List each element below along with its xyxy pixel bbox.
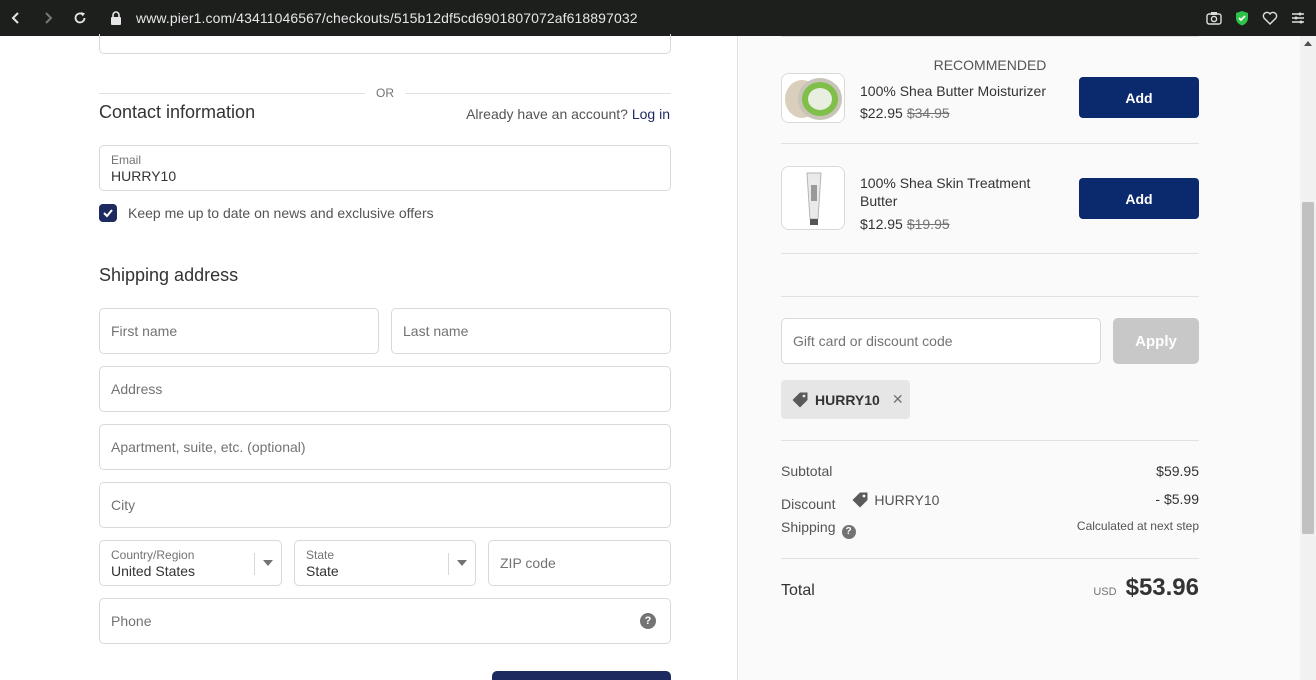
shipping-row: Shipping? Calculated at next step	[781, 519, 1199, 539]
account-prompt: Already have an account? Log in	[466, 106, 670, 122]
product-thumbnail	[781, 73, 845, 123]
checkmark-icon	[103, 209, 113, 218]
shipping-heading: Shipping address	[99, 265, 239, 285]
shipping-value: Calculated at next step	[1076, 519, 1199, 533]
back-button[interactable]	[0, 0, 32, 36]
recommended-item: 100% Shea Skin Treatment Butter $12.95 $1…	[781, 166, 1199, 232]
discount-row: Discount HURRY10 - $5.99	[781, 491, 1199, 512]
original-price: $34.95	[906, 105, 950, 121]
shipping-label: Shipping	[781, 519, 836, 535]
discount-code-badge: HURRY10	[851, 491, 939, 509]
product-name: 100% Shea Skin Treatment Butter	[860, 175, 1031, 209]
email-label: Email	[111, 153, 142, 167]
total-value: $53.96	[1125, 574, 1199, 601]
url-text: www.pier1.com/43411046567/checkouts/515b…	[136, 10, 638, 26]
page-scrollbar[interactable]	[1300, 36, 1316, 680]
tag-icon	[852, 492, 868, 508]
chevron-left-icon	[11, 12, 19, 24]
total-label: Total	[781, 582, 815, 599]
address-bar[interactable]: www.pier1.com/43411046567/checkouts/515b…	[110, 10, 638, 26]
caret-down-icon	[263, 560, 273, 566]
product-price: $12.95 $19.95	[860, 216, 950, 232]
continue-button[interactable]	[492, 671, 671, 680]
apartment-field[interactable]: Apartment, suite, etc. (optional)	[99, 424, 671, 470]
scroll-up-arrow-icon[interactable]	[1304, 41, 1312, 46]
apartment-placeholder: Apartment, suite, etc. (optional)	[111, 439, 306, 455]
discount-code-input[interactable]: Gift card or discount code	[781, 318, 1101, 364]
country-value: United States	[111, 563, 196, 579]
help-icon[interactable]: ?	[841, 525, 856, 539]
remove-discount-icon[interactable]: ✕	[892, 391, 904, 408]
zip-field[interactable]: ZIP code	[488, 540, 671, 586]
lock-icon	[111, 11, 121, 25]
subtotal-value: $59.95	[1156, 463, 1199, 479]
subtotal-row: Subtotal $59.95	[781, 463, 1199, 479]
shield-check-icon[interactable]	[1234, 10, 1250, 26]
subtotal-label: Subtotal	[781, 463, 833, 479]
camera-icon[interactable]	[1206, 10, 1222, 26]
reload-icon	[74, 12, 86, 24]
city-placeholder: City	[111, 497, 136, 513]
phone-field[interactable]: Phone ?	[99, 598, 671, 644]
help-icon[interactable]: ?	[640, 613, 656, 629]
recommended-item: 100% Shea Butter Moisturizer $22.95 $34.9…	[781, 72, 1199, 128]
apply-button[interactable]: Apply	[1113, 318, 1199, 364]
product-name: 100% Shea Butter Moisturizer	[860, 83, 1046, 99]
heart-icon[interactable]	[1262, 10, 1278, 26]
add-button[interactable]: Add	[1079, 178, 1199, 219]
city-field[interactable]: City	[99, 482, 671, 528]
recommended-heading: RECOMMENDED	[933, 57, 1047, 73]
address-field[interactable]: Address	[99, 366, 671, 412]
applied-code: HURRY10	[815, 391, 880, 408]
currency-code: USD	[1093, 586, 1117, 598]
country-label: Country/Region	[111, 548, 195, 562]
sale-price: $22.95	[860, 105, 903, 121]
order-summary: RECOMMENDED 100% Shea Butter Moisturizer…	[739, 36, 1300, 680]
country-select[interactable]: Country/Region United States	[99, 540, 282, 586]
total-amount: USD $53.96	[1093, 574, 1199, 602]
newsletter-checkbox[interactable]	[99, 204, 117, 222]
login-link[interactable]: Log in	[632, 106, 670, 122]
browser-toolbar: www.pier1.com/43411046567/checkouts/515b…	[0, 0, 1316, 36]
state-select[interactable]: State State	[294, 540, 476, 586]
menu-icon[interactable]	[1290, 10, 1306, 26]
or-divider: OR	[99, 86, 671, 100]
shea-butter-jar-image	[782, 74, 844, 122]
account-prompt-text: Already have an account?	[466, 106, 628, 122]
product-thumbnail	[781, 166, 845, 230]
state-label: State	[306, 548, 335, 562]
shea-tube-image	[782, 167, 844, 229]
original-price: $19.95	[906, 216, 950, 232]
email-field[interactable]: Email HURRY10	[99, 145, 671, 191]
zip-placeholder: ZIP code	[500, 555, 556, 571]
scroll-thumb[interactable]	[1302, 202, 1314, 534]
address-placeholder: Address	[111, 381, 163, 397]
sale-price: $12.95	[860, 216, 903, 232]
caret-down-icon	[457, 560, 467, 566]
first-name-field[interactable]: First name	[99, 308, 379, 354]
chevron-right-icon	[45, 12, 53, 24]
checkout-form: OR Contact information Already have an a…	[0, 34, 738, 680]
discount-value: - $5.99	[1155, 491, 1199, 507]
reload-button[interactable]	[64, 0, 96, 36]
email-value: HURRY10	[111, 168, 177, 184]
discount-code: HURRY10	[874, 492, 940, 508]
forward-button[interactable]	[32, 0, 64, 36]
applied-discount-tag: HURRY10 ✕	[781, 380, 910, 419]
newsletter-label: Keep me up to date on news and exclusive…	[128, 205, 434, 221]
state-value: State	[306, 563, 339, 579]
first-name-placeholder: First name	[111, 323, 178, 339]
contact-heading: Contact information	[99, 102, 256, 122]
product-price: $22.95 $34.95	[860, 105, 950, 121]
tag-icon	[792, 392, 808, 407]
add-button[interactable]: Add	[1079, 77, 1199, 118]
phone-placeholder: Phone	[111, 613, 152, 629]
express-checkout-box	[99, 34, 671, 54]
last-name-field[interactable]: Last name	[391, 308, 671, 354]
discount-code-placeholder: Gift card or discount code	[793, 333, 953, 349]
last-name-placeholder: Last name	[403, 323, 469, 339]
discount-label: Discount	[781, 496, 836, 512]
newsletter-row[interactable]: Keep me up to date on news and exclusive…	[99, 204, 434, 222]
